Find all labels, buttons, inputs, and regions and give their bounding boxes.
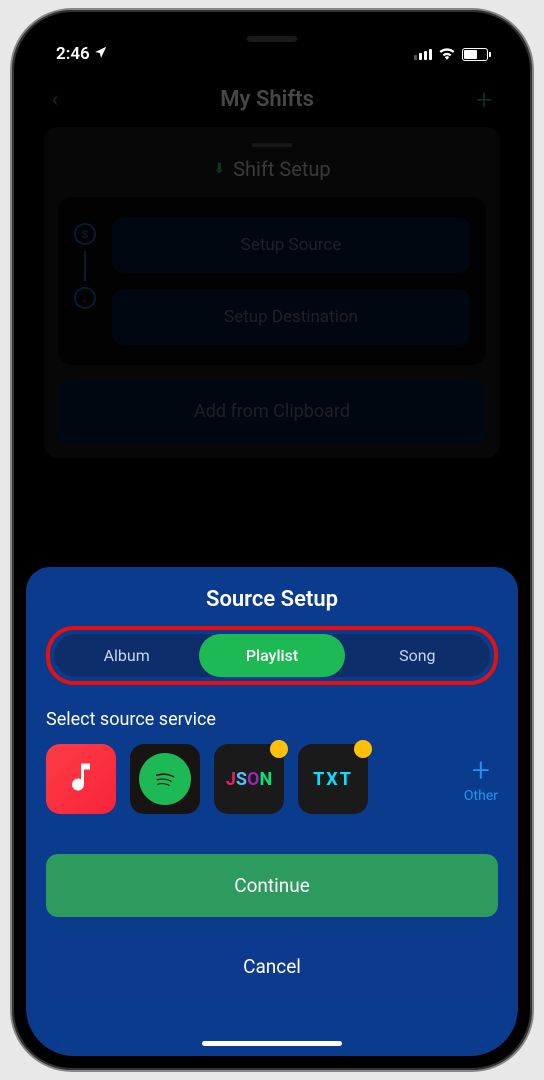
download-icon: ⬇ (213, 161, 225, 177)
other-label: Other (464, 788, 498, 804)
plus-icon: + (472, 754, 490, 786)
segment-song[interactable]: Song (345, 634, 490, 677)
source-setup-sheet: Source Setup Album Playlist Song Select … (26, 567, 518, 1056)
phone-screen: 2:46 ‹ My Shifts (26, 24, 518, 1056)
status-time: 2:46 (56, 44, 108, 64)
setup-source-button[interactable]: Setup Source (112, 217, 470, 273)
location-icon (94, 44, 108, 64)
premium-badge-icon (270, 740, 288, 758)
highlight-annotation: Album Playlist Song (46, 626, 498, 685)
panel-handle[interactable] (252, 143, 292, 147)
dest-step-icon: ↓ (74, 287, 96, 309)
source-step-icon: S (74, 223, 96, 245)
sheet-title: Source Setup (46, 587, 498, 612)
segment-album[interactable]: Album (54, 634, 199, 677)
notch (172, 24, 372, 56)
apple-music-icon[interactable] (46, 744, 116, 814)
setup-destination-button[interactable]: Setup Destination (112, 289, 470, 345)
json-icon[interactable]: JSON (214, 744, 284, 814)
spotify-logo-icon (139, 753, 191, 805)
txt-icon[interactable]: TXT (298, 744, 368, 814)
page-title: My Shifts (220, 87, 314, 112)
back-icon[interactable]: ‹ (52, 87, 58, 111)
other-service-button[interactable]: + Other (464, 754, 498, 804)
nav-header: ‹ My Shifts + (44, 79, 500, 119)
continue-button[interactable]: Continue (46, 854, 498, 917)
add-icon[interactable]: + (476, 83, 492, 116)
home-indicator[interactable] (202, 1041, 342, 1046)
panel-title: Shift Setup (233, 157, 331, 181)
service-section-label: Select source service (46, 709, 498, 730)
premium-badge-icon (354, 740, 372, 758)
signal-icon (414, 49, 432, 60)
music-note-icon (63, 759, 99, 800)
app-content: ‹ My Shifts + ⬇ Shift Setup S ↓ (26, 24, 518, 1056)
status-right (414, 45, 488, 64)
setup-flow-icons: S ↓ (74, 217, 96, 345)
segment-playlist[interactable]: Playlist (199, 634, 344, 677)
add-clipboard-button[interactable]: Add from Clipboard (58, 379, 486, 444)
spotify-icon[interactable] (130, 744, 200, 814)
type-segment-control: Album Playlist Song (54, 634, 490, 677)
service-row: JSON TXT + Other (46, 744, 498, 814)
shift-setup-panel: ⬇ Shift Setup S ↓ Setup Source Setup Des… (44, 127, 500, 458)
phone-frame: 2:46 ‹ My Shifts (12, 10, 532, 1070)
time-label: 2:46 (56, 44, 90, 64)
setup-box: S ↓ Setup Source Setup Destination (58, 197, 486, 365)
cancel-button[interactable]: Cancel (46, 935, 498, 998)
wifi-icon (438, 45, 456, 64)
battery-icon (462, 48, 488, 61)
